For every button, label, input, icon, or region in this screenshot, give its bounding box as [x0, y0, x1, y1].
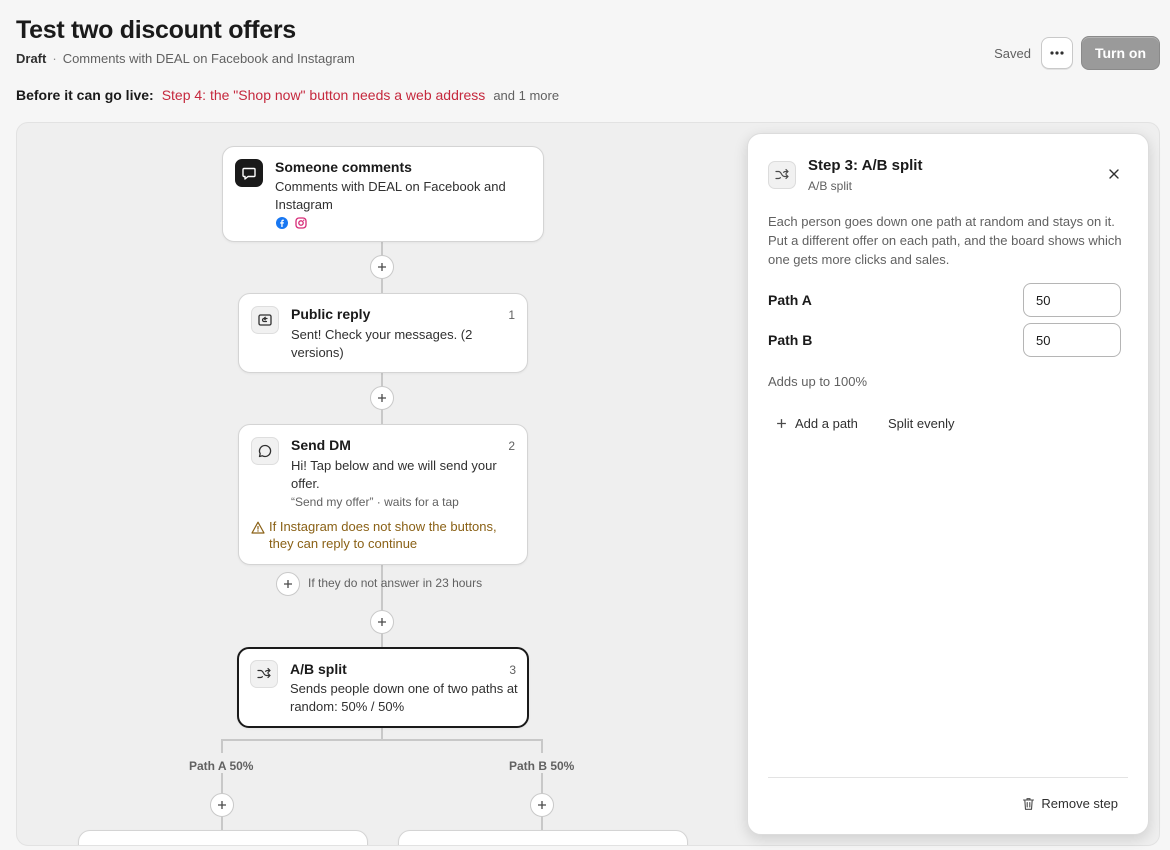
plus-icon [218, 801, 226, 809]
button-wait-note: “Send my offer” · waits for a tap [291, 495, 459, 509]
add-path-button[interactable]: Add a path [776, 412, 858, 434]
step-settings-panel: Step 3: A/B split A/B split Each person … [747, 133, 1149, 835]
reply-icon [258, 314, 272, 326]
path-b-percent-input[interactable] [1023, 323, 1121, 357]
trigger-description: Comments with DEAL on Facebook and Insta… [275, 179, 506, 212]
add-timeout-branch-button[interactable] [276, 572, 300, 596]
total-percent-note: Adds up to 100% [768, 374, 868, 389]
close-panel-button[interactable] [1104, 164, 1124, 184]
step-card-path-b[interactable] [398, 830, 688, 845]
plus-icon [378, 618, 386, 626]
warning-icon [251, 521, 265, 534]
connector [541, 739, 543, 753]
branch-connector [221, 739, 543, 741]
step-description: Sent! Check your messages. (2 versions) [291, 327, 473, 360]
panel-step-icon [768, 161, 796, 189]
instagram-buttons-warning: If Instagram does not show the buttons, … [269, 519, 497, 551]
add-step-button[interactable] [370, 255, 394, 279]
path-a-field-label: Path A [768, 292, 812, 308]
instagram-icon [295, 217, 307, 229]
channel-icons [276, 217, 307, 229]
add-path-label: Add a path [795, 415, 858, 431]
split-evenly-button[interactable]: Split evenly [888, 412, 954, 434]
plus-icon [777, 418, 786, 428]
panel-description: Each person goes down one path at random… [768, 214, 1122, 267]
header-actions: Saved Turn on [994, 36, 1160, 70]
remove-step-button[interactable]: Remove step [1022, 796, 1118, 811]
status-badge: Draft [16, 51, 47, 66]
add-step-path-b-button[interactable] [530, 793, 554, 817]
automation-description: Comments with DEAL on Facebook and Insta… [62, 51, 355, 66]
subtitle-separator: · [52, 51, 57, 66]
page-subtitle: Draft · Comments with DEAL on Facebook and… [16, 51, 355, 66]
plus-icon [378, 263, 386, 271]
plus-icon [284, 580, 292, 588]
remove-step-label: Remove step [1041, 796, 1118, 811]
more-actions-button[interactable] [1040, 37, 1073, 69]
add-step-path-a-button[interactable] [210, 793, 234, 817]
turn-on-button[interactable]: Turn on [1080, 36, 1160, 70]
path-a-label: Path A 50% [189, 759, 254, 773]
go-live-error-link[interactable]: Step 4: the "Shop now" button needs a we… [162, 87, 486, 103]
saved-status: Saved [994, 45, 1031, 61]
shuffle-icon [257, 667, 271, 679]
step-icon [251, 437, 279, 465]
add-step-button[interactable] [370, 386, 394, 410]
step-description: Sends people down one of two paths at ra… [290, 681, 518, 714]
connector [221, 739, 223, 753]
trigger-icon [235, 159, 263, 187]
add-step-button[interactable] [370, 610, 394, 634]
more-horizontal-icon [1050, 51, 1064, 55]
plus-icon [378, 394, 386, 402]
step-title: A/B split [290, 661, 347, 677]
step-icon [250, 660, 278, 688]
panel-title: Step 3: A/B split [808, 157, 923, 174]
shuffle-icon [775, 168, 789, 180]
timeout-label: If they do not answer in 23 hours [308, 576, 483, 590]
step-number: 3 [509, 663, 516, 677]
path-b-field-label: Path B [768, 332, 813, 348]
panel-subtitle: A/B split [808, 179, 853, 193]
step-card-path-a[interactable] [78, 830, 368, 845]
message-icon [258, 444, 272, 458]
step-description: Hi! Tap below and we will send your offe… [291, 458, 497, 491]
step-card-public-reply[interactable]: Public reply 1 Sent! Check your messages… [238, 293, 528, 373]
step-card-send-dm[interactable]: Send DM 2 Hi! Tap below and we will send… [238, 424, 528, 565]
trigger-title: Someone comments [275, 159, 412, 175]
step-number: 1 [508, 308, 515, 322]
close-icon [1109, 169, 1119, 179]
go-live-banner: Before it can go live: Step 4: the "Shop… [16, 87, 559, 103]
go-live-more-link[interactable]: and 1 more [493, 88, 559, 103]
step-card-ab-split[interactable]: A/B split 3 Sends people down one of two… [237, 647, 529, 728]
trash-icon [1023, 797, 1035, 810]
comment-icon [242, 167, 256, 180]
path-a-percent-input[interactable] [1023, 283, 1121, 317]
plus-icon [538, 801, 546, 809]
step-title: Send DM [291, 437, 351, 453]
page-title: Test two discount offers [16, 16, 296, 44]
step-number: 2 [508, 439, 515, 453]
step-title: Public reply [291, 306, 371, 322]
step-icon [251, 306, 279, 334]
path-b-label: Path B 50% [509, 759, 575, 773]
panel-divider [768, 777, 1128, 778]
go-live-label: Before it can go live: [16, 87, 154, 103]
trigger-card[interactable]: Someone comments Comments with DEAL on F… [222, 146, 544, 242]
facebook-icon [276, 217, 288, 229]
